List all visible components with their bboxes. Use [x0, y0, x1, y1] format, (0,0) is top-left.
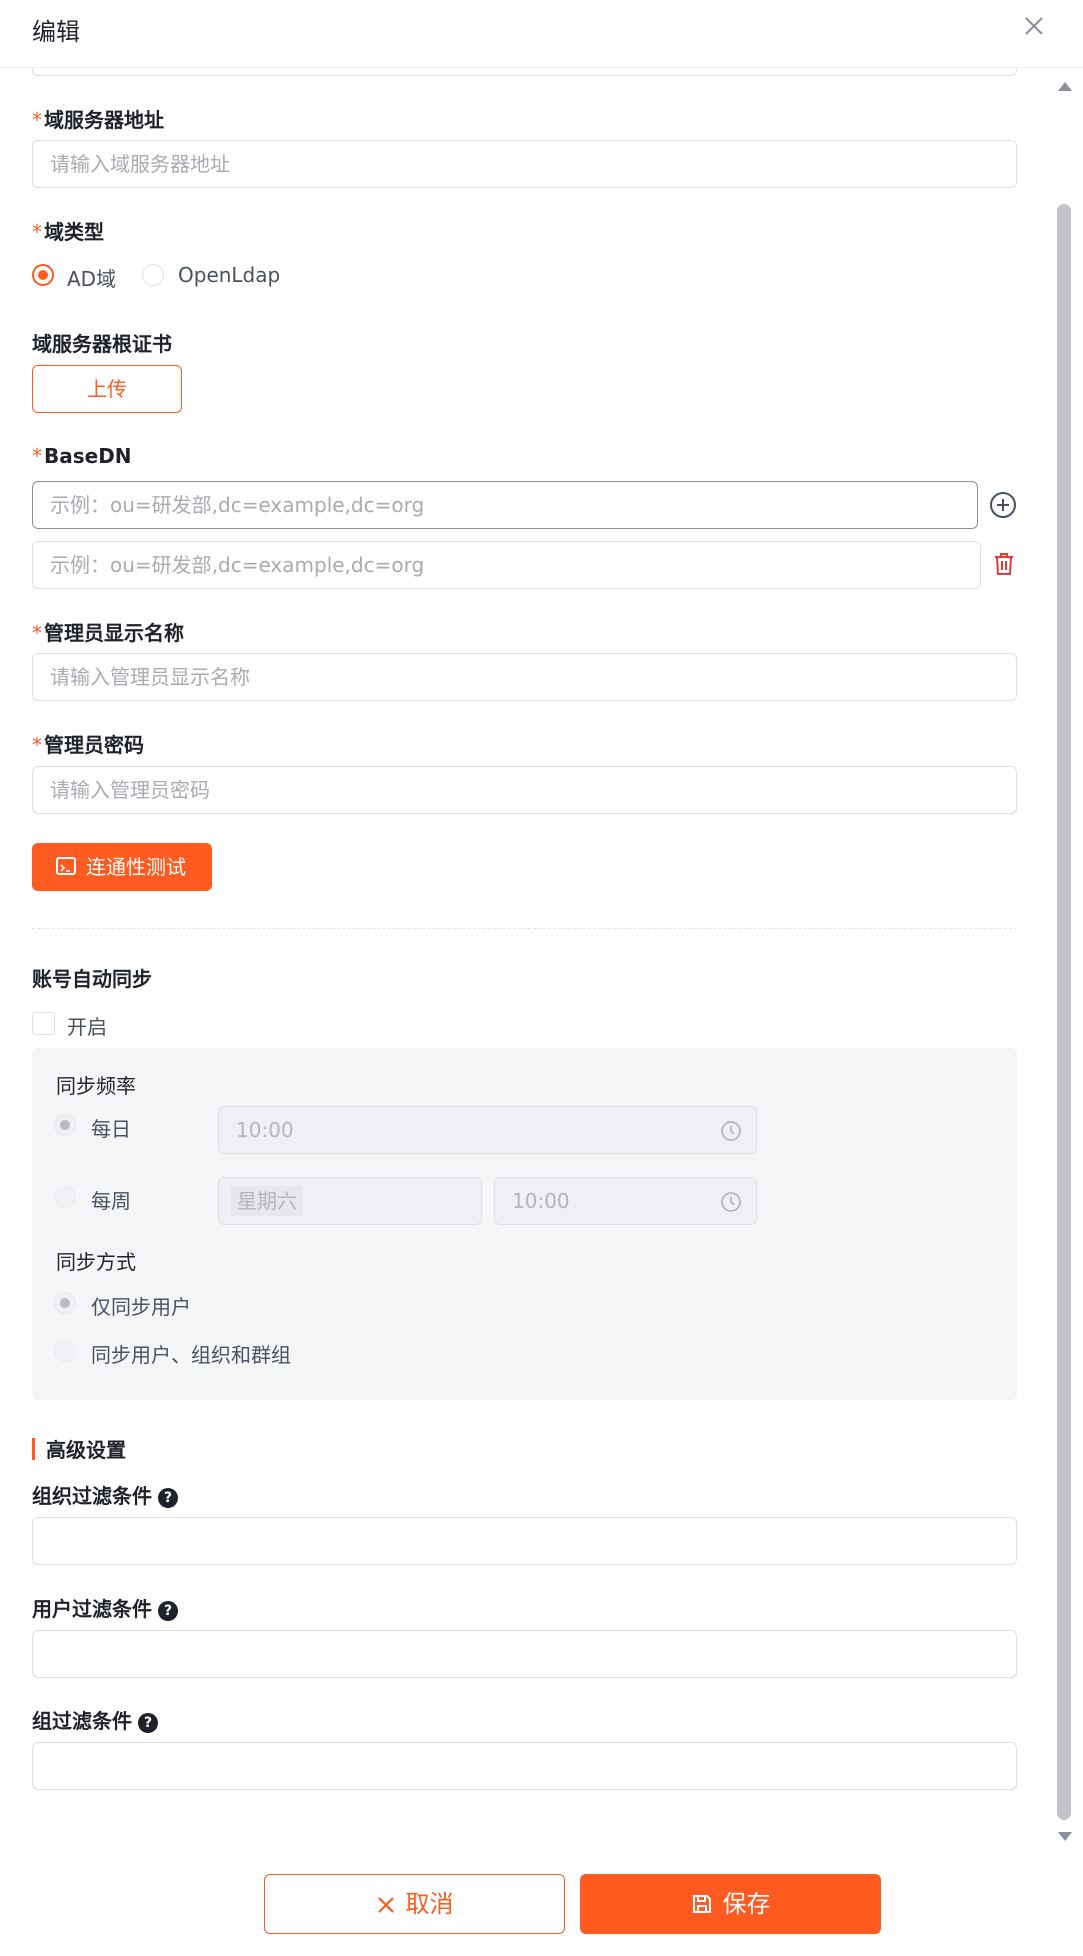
- user-filter-input[interactable]: [32, 1630, 1017, 1678]
- advanced-settings-title: 高级设置: [46, 1438, 126, 1462]
- sync-settings-panel: 同步频率 每日 10:00 每周 星期六 10:00 同步方式 仅同步用户 同步…: [32, 1048, 1017, 1400]
- domain-type-openldap-label[interactable]: OpenLdap: [178, 263, 280, 287]
- scrollbar[interactable]: [1054, 68, 1074, 1858]
- weekly-day-select[interactable]: 星期六: [218, 1177, 482, 1225]
- domain-type-ad-label[interactable]: AD域: [67, 263, 116, 292]
- weekly-radio[interactable]: [54, 1186, 76, 1208]
- domain-type-ad-radio[interactable]: [32, 264, 54, 286]
- base-dn-input-2[interactable]: 示例：ou=研发部,dc=example,dc=org: [32, 541, 981, 589]
- base-dn-input-1[interactable]: 示例：ou=研发部,dc=example,dc=org: [32, 481, 978, 529]
- close-icon: [377, 1897, 394, 1913]
- domain-server-address-input[interactable]: 请输入域服务器地址: [32, 140, 1017, 188]
- admin-password-input[interactable]: 请输入管理员密码: [32, 766, 1017, 814]
- save-icon: [692, 1895, 711, 1913]
- cancel-button[interactable]: 取消: [264, 1874, 565, 1934]
- sync-mode-label: 同步方式: [56, 1250, 136, 1274]
- close-icon[interactable]: [1022, 14, 1046, 38]
- sync-frequency-label: 同步频率: [56, 1074, 136, 1098]
- scroll-up-arrow-icon[interactable]: [1058, 82, 1072, 91]
- scroll-down-arrow-icon[interactable]: [1058, 1832, 1072, 1841]
- clock-icon: [721, 1192, 741, 1212]
- daily-radio[interactable]: [54, 1114, 76, 1136]
- help-icon[interactable]: ?: [138, 1713, 158, 1733]
- weekly-label[interactable]: 每周: [91, 1185, 131, 1214]
- weekly-time-value: 10:00: [512, 1189, 570, 1213]
- auto-sync-enable-label[interactable]: 开启: [67, 1011, 107, 1040]
- help-icon[interactable]: ?: [158, 1601, 178, 1621]
- sync-users-only-label[interactable]: 仅同步用户: [91, 1291, 191, 1320]
- org-filter-input[interactable]: [32, 1517, 1017, 1565]
- connectivity-test-button[interactable]: 连通性测试: [32, 843, 212, 891]
- add-circle-icon[interactable]: [989, 491, 1017, 519]
- group-filter-input[interactable]: [32, 1742, 1017, 1790]
- section-divider: [32, 928, 1017, 929]
- domain-type-openldap-radio[interactable]: [142, 264, 164, 286]
- weekly-time-input[interactable]: 10:00: [494, 1177, 757, 1225]
- daily-time-value: 10:00: [236, 1118, 294, 1142]
- help-icon[interactable]: ?: [158, 1488, 178, 1508]
- upload-button[interactable]: 上传: [32, 365, 182, 413]
- scrollbar-thumb[interactable]: [1057, 204, 1071, 1820]
- daily-label[interactable]: 每日: [91, 1113, 131, 1142]
- save-label: 保存: [722, 1890, 771, 1918]
- user-filter-label: 用户过滤条件?: [32, 1593, 178, 1622]
- domain-type-label: * 域类型: [32, 220, 104, 244]
- connectivity-test-label: 连通性测试: [86, 855, 186, 879]
- org-filter-label: 组织过滤条件?: [32, 1480, 178, 1509]
- auto-sync-enable-checkbox[interactable]: [32, 1012, 55, 1035]
- section-accent-bar: [32, 1438, 35, 1460]
- dialog-header: 编辑: [0, 0, 1083, 68]
- daily-time-input[interactable]: 10:00: [218, 1106, 757, 1154]
- dialog-title: 编辑: [32, 18, 80, 46]
- clock-icon: [721, 1121, 741, 1141]
- save-button[interactable]: 保存: [580, 1874, 881, 1934]
- admin-display-name-label: * 管理员显示名称: [32, 621, 184, 645]
- sync-all-radio[interactable]: [54, 1340, 76, 1362]
- delete-trash-icon[interactable]: [991, 551, 1017, 577]
- admin-password-label: * 管理员密码: [32, 733, 144, 757]
- auto-sync-label: 账号自动同步: [32, 967, 152, 991]
- domain-server-address-label: * 域服务器地址: [32, 108, 164, 132]
- base-dn-label: * BaseDN: [32, 444, 132, 468]
- terminal-icon: [56, 857, 76, 875]
- root-cert-label: 域服务器根证书: [32, 332, 172, 356]
- group-filter-label: 组过滤条件?: [32, 1705, 158, 1734]
- admin-display-name-input[interactable]: 请输入管理员显示名称: [32, 653, 1017, 701]
- sync-all-label[interactable]: 同步用户、组织和群组: [91, 1339, 291, 1368]
- cancel-label: 取消: [405, 1890, 454, 1918]
- weekly-day-tag: 星期六: [231, 1186, 303, 1216]
- sync-users-only-radio[interactable]: [54, 1292, 76, 1314]
